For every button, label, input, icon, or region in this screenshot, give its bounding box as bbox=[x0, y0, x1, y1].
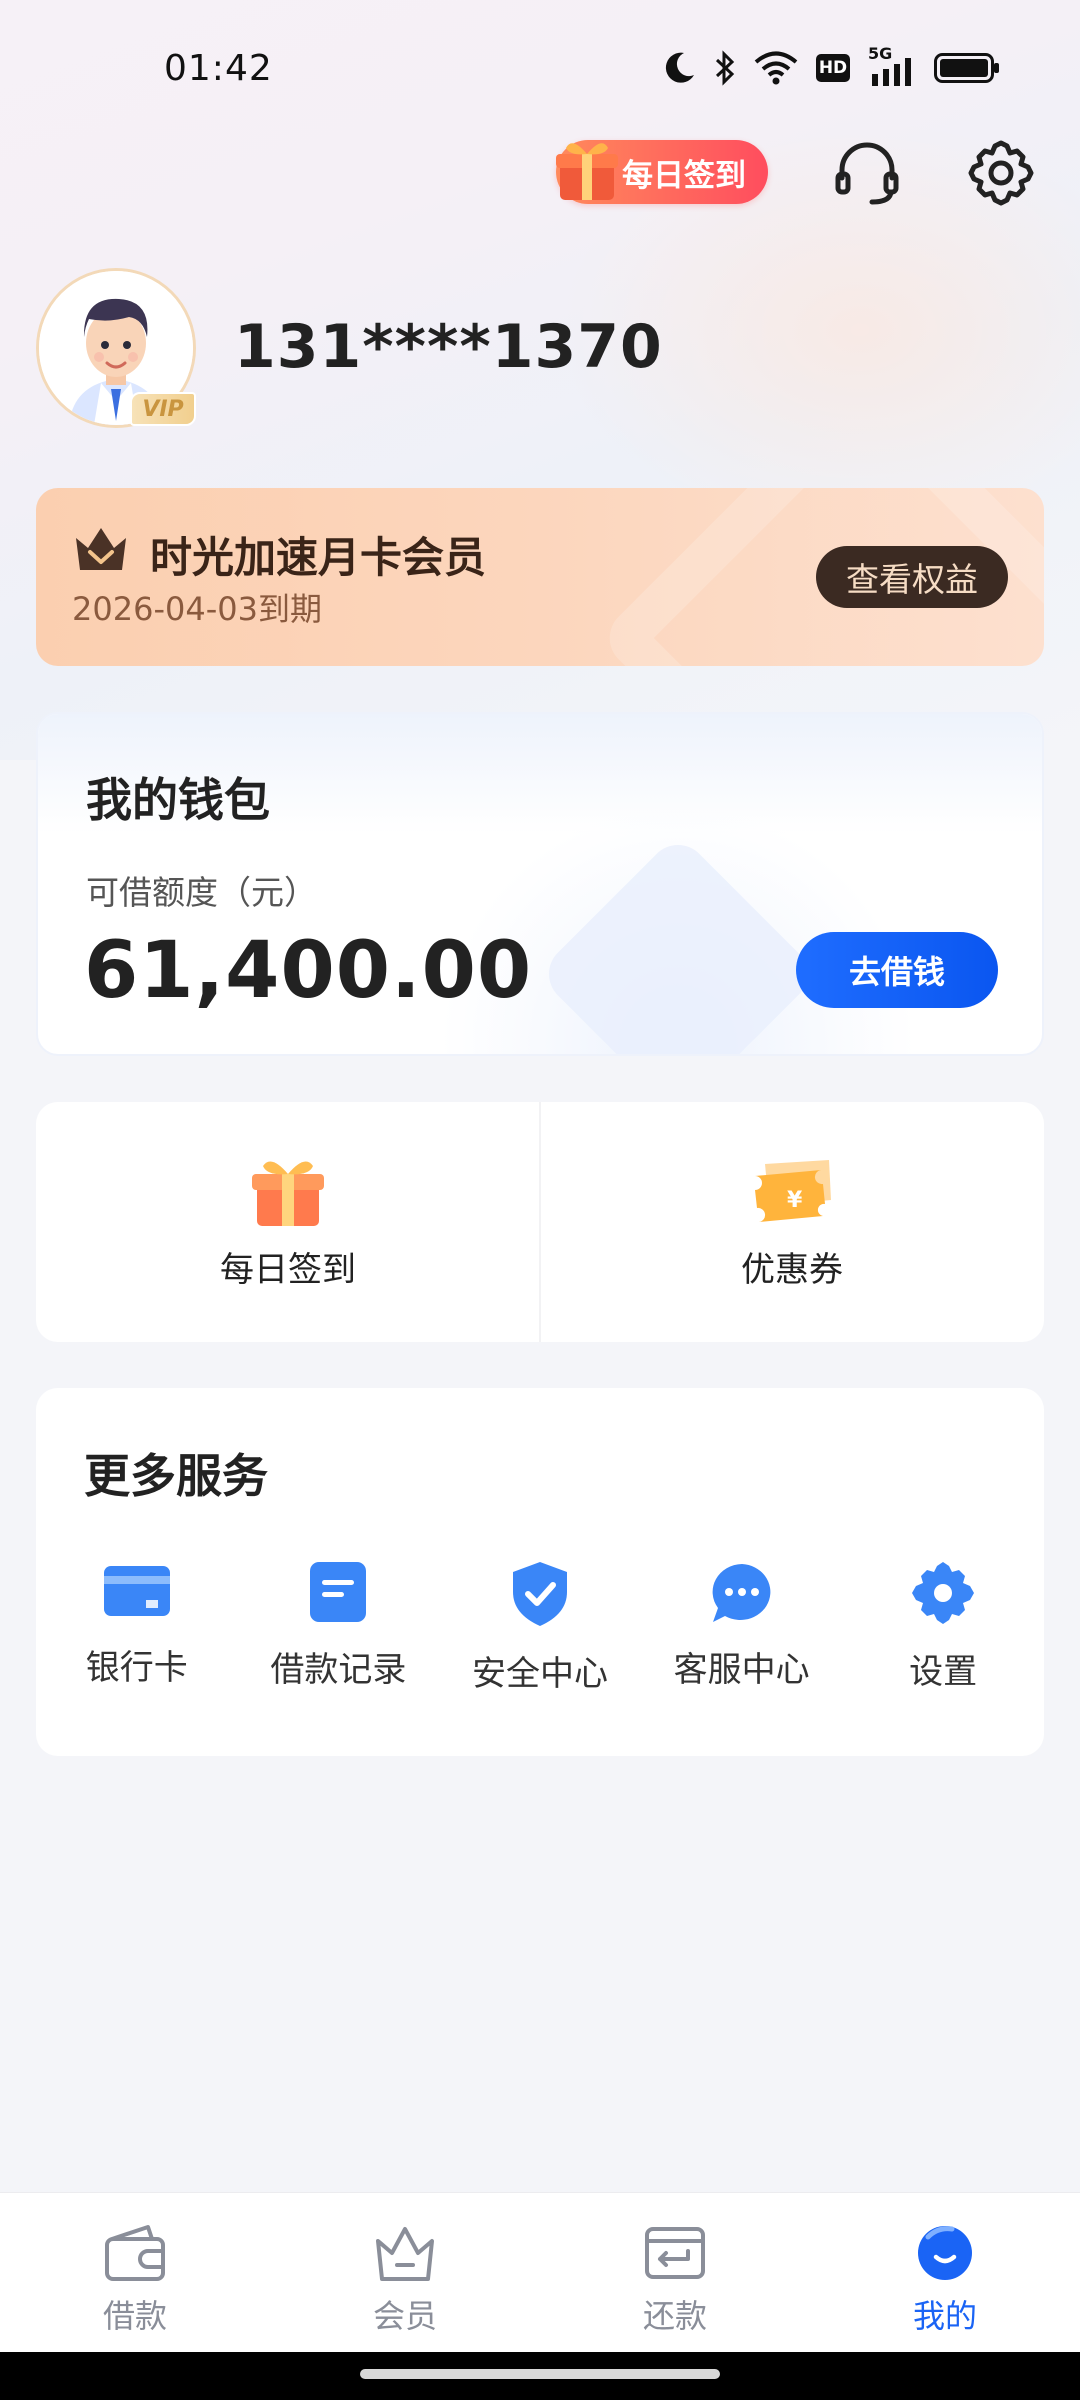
document-icon bbox=[310, 1562, 367, 1622]
hd-icon: HD bbox=[816, 54, 850, 82]
quick-action-coupons[interactable]: ¥ 优惠券 bbox=[540, 1102, 1044, 1342]
daily-checkin-label: 每日签到 bbox=[622, 157, 746, 194]
crown-icon bbox=[376, 2227, 434, 2281]
membership-card[interactable]: 时光加速月卡会员 2026-04-03到期 查看权益 bbox=[36, 488, 1044, 666]
service-security-center[interactable]: 安全中心 bbox=[439, 1560, 641, 1695]
signal-icon: 5G bbox=[868, 44, 916, 86]
service-settings[interactable]: 设置 bbox=[842, 1560, 1044, 1695]
nav-item-member[interactable]: 会员 bbox=[270, 2193, 540, 2352]
credit-limit-amount: 61,400.00 bbox=[84, 926, 533, 1016]
daily-checkin-button[interactable]: 每日签到 bbox=[556, 140, 768, 204]
headset-icon[interactable] bbox=[832, 138, 902, 208]
credit-limit-label: 可借额度（元） bbox=[86, 873, 317, 912]
borrow-button[interactable]: 去借钱 bbox=[796, 932, 998, 1008]
gift-icon bbox=[252, 1161, 324, 1226]
wifi-icon bbox=[754, 51, 798, 85]
service-loan-records[interactable]: 借款记录 bbox=[238, 1560, 440, 1695]
quick-actions-card: 每日签到 ¥ 优惠券 bbox=[36, 1102, 1044, 1342]
nav-label: 借款 bbox=[102, 2297, 167, 2335]
bank-card-icon bbox=[103, 1566, 170, 1616]
service-label: 借款记录 bbox=[270, 1650, 407, 1690]
coupon-icon: ¥ bbox=[755, 1160, 831, 1222]
nav-label: 会员 bbox=[372, 2297, 437, 2335]
wallet-card: 我的钱包 可借额度（元） 61,400.00 去借钱 bbox=[36, 712, 1044, 1056]
service-label: 安全中心 bbox=[471, 1654, 608, 1694]
svg-text:¥: ¥ bbox=[787, 1188, 803, 1213]
nav-label: 我的 bbox=[912, 2297, 977, 2335]
status-time: 01:42 bbox=[164, 48, 273, 89]
membership-title: 时光加速月卡会员 bbox=[150, 533, 487, 582]
shield-check-icon bbox=[512, 1562, 567, 1626]
nav-label: 还款 bbox=[642, 2297, 707, 2335]
vip-badge: VIP bbox=[130, 392, 196, 426]
service-customer-center[interactable]: 客服中心 bbox=[641, 1560, 843, 1695]
nav-item-mine[interactable]: 我的 bbox=[810, 2193, 1080, 2352]
gear-icon bbox=[912, 1562, 975, 1624]
quick-action-label: 优惠券 bbox=[741, 1250, 843, 1290]
battery-icon bbox=[934, 53, 999, 83]
chat-bubble-icon bbox=[712, 1564, 770, 1622]
wallet-icon bbox=[105, 2225, 165, 2281]
bottom-nav: 借款 会员 还款 我的 bbox=[0, 2192, 1080, 2352]
wallet-title: 我的钱包 bbox=[86, 773, 270, 827]
services-row: 银行卡 借款记录 安全中心 客服中心 设置 bbox=[36, 1560, 1044, 1695]
home-indicator[interactable] bbox=[360, 2369, 720, 2379]
quick-action-label: 每日签到 bbox=[220, 1250, 356, 1290]
service-label: 客服中心 bbox=[673, 1650, 810, 1690]
view-benefits-button[interactable]: 查看权益 bbox=[816, 546, 1008, 608]
membership-expiry: 2026-04-03到期 bbox=[72, 590, 322, 628]
service-label: 银行卡 bbox=[85, 1648, 188, 1688]
bluetooth-icon bbox=[715, 50, 735, 86]
nav-item-loan[interactable]: 借款 bbox=[0, 2193, 270, 2352]
profile-icon bbox=[918, 2226, 972, 2280]
divider bbox=[539, 1102, 541, 1342]
service-bank-card[interactable]: 银行卡 bbox=[36, 1560, 238, 1695]
crown-icon bbox=[76, 528, 126, 570]
user-phone: 131****1370 bbox=[234, 312, 663, 382]
quick-action-daily-checkin[interactable]: 每日签到 bbox=[36, 1102, 540, 1342]
repay-icon bbox=[645, 2227, 705, 2279]
more-services-card: 更多服务 银行卡 借款记录 安全中心 客服中心 设置 bbox=[36, 1388, 1044, 1756]
settings-gear-icon[interactable] bbox=[966, 138, 1036, 208]
gift-icon bbox=[556, 143, 618, 200]
moon-icon bbox=[665, 52, 694, 83]
service-label: 设置 bbox=[909, 1652, 978, 1692]
status-bar: 01:42 HD 5G bbox=[0, 0, 1080, 130]
more-services-title: 更多服务 bbox=[84, 1449, 268, 1503]
status-icons: HD 5G bbox=[664, 44, 1000, 86]
nav-item-repay[interactable]: 还款 bbox=[540, 2193, 810, 2352]
